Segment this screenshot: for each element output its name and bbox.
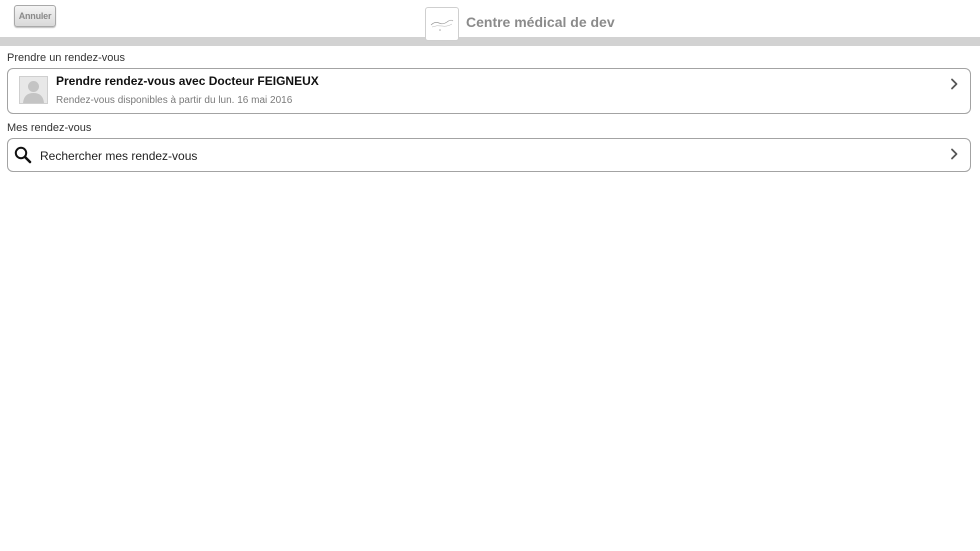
section-label-book: Prendre un rendez-vous: [7, 52, 126, 64]
section-label-my-appointments: Mes rendez-vous: [7, 122, 92, 134]
book-appointment-title: Prendre rendez-vous avec Docteur FEIGNEU…: [56, 74, 319, 88]
app-header: Annuler Centre médical de dev: [0, 0, 980, 41]
search-icon: [14, 146, 32, 164]
book-appointment-item[interactable]: Prendre rendez-vous avec Docteur FEIGNEU…: [7, 68, 971, 114]
page-title: Centre médical de dev: [466, 14, 615, 30]
chevron-right-icon: [951, 78, 958, 90]
clinic-logo-icon: [425, 7, 459, 41]
user-avatar-icon: [19, 76, 48, 104]
search-appointments-label: Rechercher mes rendez-vous: [40, 149, 198, 163]
cancel-button[interactable]: Annuler: [14, 5, 56, 27]
availability-text: Rendez-vous disponibles à partir du lun.…: [56, 95, 293, 106]
search-appointments-item[interactable]: Rechercher mes rendez-vous: [7, 138, 971, 172]
header-divider-bar: [0, 37, 980, 46]
chevron-right-icon: [951, 148, 958, 160]
